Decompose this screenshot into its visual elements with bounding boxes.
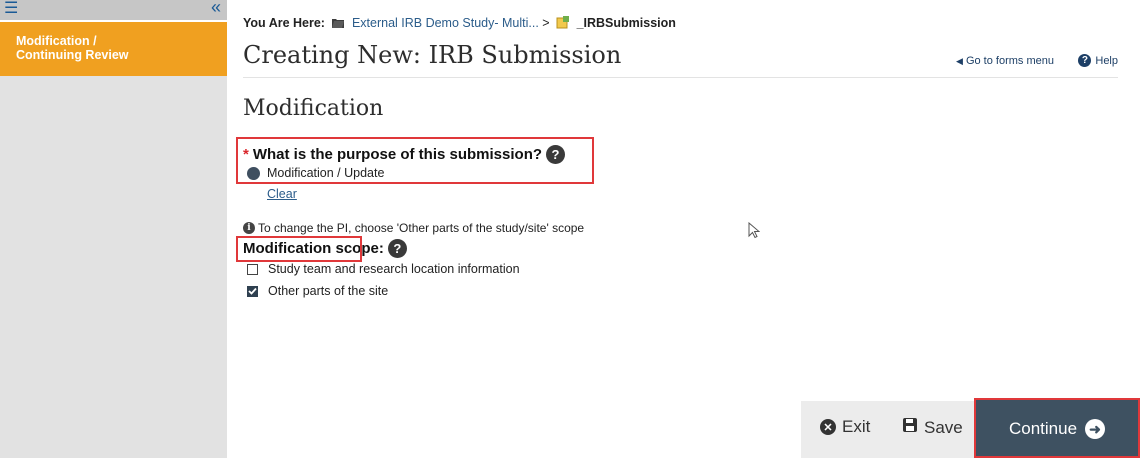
floppy-icon xyxy=(902,417,918,438)
checkbox-checked-icon[interactable] xyxy=(247,285,258,297)
breadcrumb-separator: > xyxy=(542,16,550,30)
help-label: Help xyxy=(1095,54,1118,67)
collapse-sidebar-icon[interactable]: « xyxy=(211,0,221,18)
close-circle-icon: ✕ xyxy=(820,419,836,435)
go-to-forms-label: Go to forms menu xyxy=(965,55,1054,67)
breadcrumb-current: _IRBSubmission xyxy=(576,16,676,30)
question-circle-icon: ? xyxy=(1078,54,1092,67)
title-divider xyxy=(243,77,1118,78)
exit-button[interactable]: ✕ Exit xyxy=(820,417,870,437)
mouse-cursor-icon xyxy=(748,221,761,245)
form-icon xyxy=(556,16,570,32)
sidebar: ☰ « Modification / Continuing Review xyxy=(0,0,227,458)
clear-link[interactable]: Clear xyxy=(267,187,297,201)
highlight-purpose xyxy=(236,137,594,184)
folder-icon xyxy=(331,16,345,32)
caret-left-icon: ◀ xyxy=(955,56,963,66)
breadcrumb: You Are Here: External IRB Demo Study- M… xyxy=(243,16,676,32)
scope-option-label: Study team and research location informa… xyxy=(268,262,520,276)
save-button[interactable]: Save xyxy=(902,417,963,438)
continue-button[interactable]: Continue ➜ xyxy=(976,400,1138,458)
continue-label: Continue xyxy=(1008,419,1078,438)
scope-option-label: Other parts of the site xyxy=(268,284,389,298)
highlight-scope xyxy=(236,236,362,262)
sidebar-item-label: Modification / Continuing Review xyxy=(16,34,129,62)
section-title: Modification xyxy=(243,96,384,121)
hamburger-icon[interactable]: ☰ xyxy=(4,1,18,17)
scope-help-icon[interactable]: ? xyxy=(387,239,407,258)
exit-label: Exit xyxy=(842,417,871,436)
info-icon: i xyxy=(243,222,255,234)
sidebar-toolbar: ☰ « xyxy=(0,0,227,22)
scope-option-other-parts[interactable]: Other parts of the site xyxy=(247,284,388,298)
go-to-forms-link[interactable]: ◀ Go to forms menu xyxy=(956,55,1054,67)
sidebar-item-modification-continuing-review[interactable]: Modification / Continuing Review xyxy=(0,22,227,76)
checkbox-unchecked-icon[interactable] xyxy=(247,263,258,275)
breadcrumb-prefix: You Are Here: xyxy=(243,16,325,30)
arrow-right-circle-icon: ➜ xyxy=(1085,419,1106,439)
scope-option-study-team[interactable]: Study team and research location informa… xyxy=(247,262,520,276)
save-label: Save xyxy=(924,417,963,437)
help-link[interactable]: ? Help xyxy=(1078,54,1118,67)
breadcrumb-study-link[interactable]: External IRB Demo Study- Multi... xyxy=(352,16,539,30)
main-content: You Are Here: External IRB Demo Study- M… xyxy=(243,0,1140,458)
page-title: Creating New: IRB Submission xyxy=(243,41,622,69)
info-message: i To change the PI, choose 'Other parts … xyxy=(243,221,584,235)
info-text: To change the PI, choose 'Other parts of… xyxy=(258,221,585,235)
